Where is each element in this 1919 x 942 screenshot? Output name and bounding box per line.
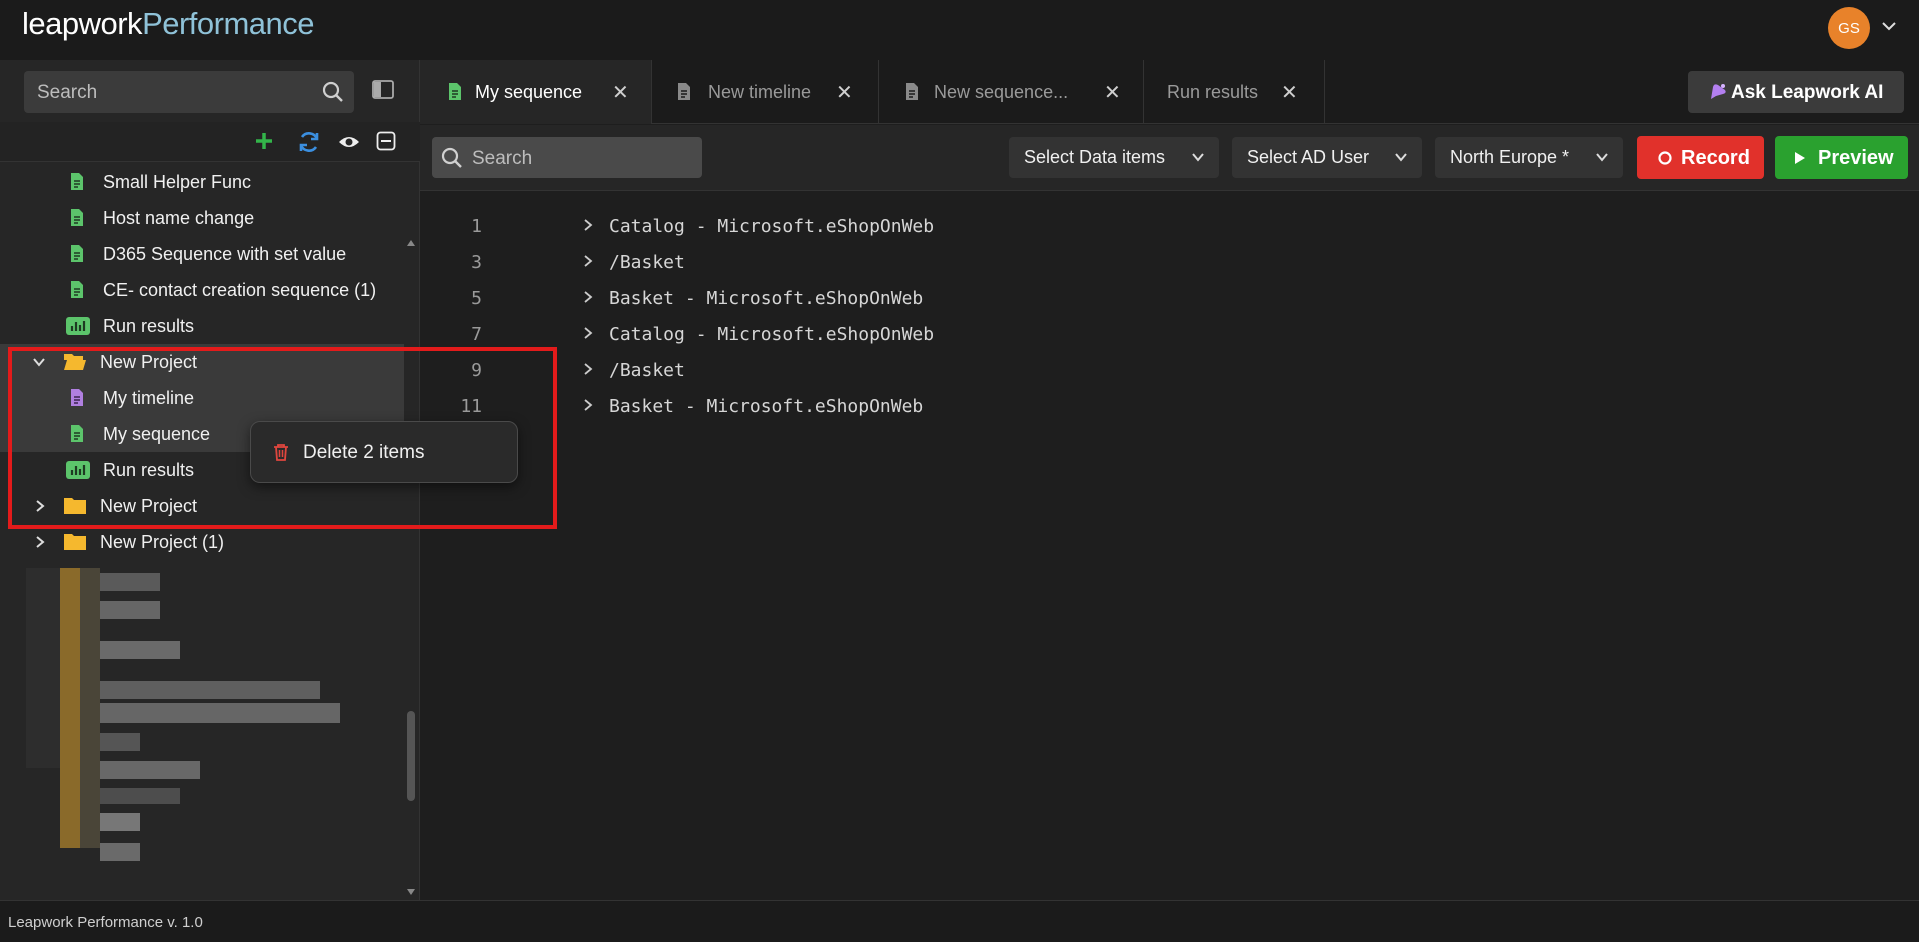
timeline-icon [678, 83, 690, 100]
tab-run-results[interactable]: Run results ✕ [1145, 60, 1325, 124]
chevron-right-icon[interactable] [582, 326, 594, 340]
ai-icon [1711, 84, 1726, 99]
record-button[interactable]: Record [1637, 136, 1764, 179]
chevron-right-icon[interactable] [34, 535, 46, 549]
preview-button[interactable]: Preview [1775, 136, 1908, 179]
project-tree: Small Helper Func Host name change D365 … [0, 163, 404, 899]
editor-toolbar: Search Select Data items Select AD User … [420, 125, 1919, 191]
close-icon[interactable]: ✕ [1281, 80, 1298, 105]
eye-icon[interactable] [338, 133, 360, 151]
play-icon [1795, 152, 1805, 164]
editor-search-input[interactable]: Search [432, 137, 702, 178]
sequence-step[interactable]: 11 Basket - Microsoft.eShopOnWeb [420, 388, 1919, 424]
chevron-right-icon[interactable] [582, 290, 594, 304]
sequence-icon [71, 209, 83, 226]
chevron-down-icon[interactable] [1880, 17, 1898, 35]
sequence-step[interactable]: 9 /Basket [420, 352, 1919, 388]
sequence-icon [449, 83, 461, 100]
select-data-items-dropdown[interactable]: Select Data items [1009, 137, 1219, 178]
tree-item[interactable]: D365 Sequence with set value [0, 236, 404, 272]
trash-icon [274, 444, 288, 461]
chevron-right-icon[interactable] [582, 218, 594, 232]
user-avatar[interactable]: GS [1828, 7, 1870, 49]
folder-icon [64, 534, 86, 550]
chevron-down-icon [1596, 153, 1608, 162]
chevron-right-icon[interactable] [582, 254, 594, 268]
search-icon [441, 147, 462, 168]
close-icon[interactable]: ✕ [836, 80, 853, 105]
sequence-editor: 1 Catalog - Microsoft.eShopOnWeb 3 /Bask… [420, 192, 1919, 900]
delete-items-menu-item[interactable]: Delete 2 items [303, 442, 424, 464]
sequence-step[interactable]: 5 Basket - Microsoft.eShopOnWeb [420, 280, 1919, 316]
tree-item[interactable]: CE- contact creation sequence (1) [0, 272, 404, 308]
results-icon [66, 317, 90, 335]
tab-new-timeline[interactable]: New timeline ✕ [653, 60, 879, 124]
sequence-step[interactable]: 3 /Basket [420, 244, 1919, 280]
chevron-down-icon [1395, 153, 1407, 162]
sequence-icon [71, 245, 83, 262]
step-label: Catalog - Microsoft.eShopOnWeb [609, 216, 935, 237]
ask-ai-button[interactable]: Ask Leapwork AI [1688, 71, 1904, 113]
sequence-icon [906, 83, 918, 100]
tab-my-sequence[interactable]: My sequence ✕ [420, 60, 652, 124]
close-icon[interactable]: ✕ [1104, 80, 1121, 105]
close-icon[interactable]: ✕ [612, 80, 629, 105]
chevron-right-icon[interactable] [582, 398, 594, 412]
version-label: Leapwork Performance v. 1.0 [8, 914, 203, 931]
panel-toggle-icon[interactable] [372, 80, 394, 100]
sequence-step[interactable]: 7 Catalog - Microsoft.eShopOnWeb [420, 316, 1919, 352]
step-label: Basket - Microsoft.eShopOnWeb [609, 288, 924, 309]
region-dropdown[interactable]: North Europe * [1435, 137, 1623, 178]
app-logo: leapworkPerformance [22, 6, 315, 41]
collapse-all-icon[interactable] [376, 131, 396, 151]
tree-folder[interactable]: New Project (1) [0, 524, 404, 560]
step-label: Basket - Microsoft.eShopOnWeb [609, 396, 924, 417]
search-icon [322, 81, 343, 102]
sequence-icon [71, 173, 83, 190]
sequence-step[interactable]: 1 Catalog - Microsoft.eShopOnWeb [420, 208, 1919, 244]
sidebar-scrollbar[interactable] [404, 163, 418, 899]
context-menu: Delete 2 items [250, 421, 518, 483]
refresh-icon[interactable] [297, 130, 321, 154]
tree-item[interactable]: Host name change [0, 200, 404, 236]
add-icon[interactable] [253, 130, 275, 152]
line-number: 3 [471, 252, 482, 273]
chevron-right-icon[interactable] [582, 362, 594, 376]
select-ad-user-dropdown[interactable]: Select AD User [1232, 137, 1422, 178]
status-bar: Leapwork Performance v. 1.0 [0, 900, 1919, 942]
step-label: /Basket [609, 252, 685, 273]
chevron-down-icon [1192, 153, 1204, 162]
line-number: 5 [471, 288, 482, 309]
tree-item[interactable]: Run results [0, 308, 404, 344]
tree-item[interactable]: Small Helper Func [0, 164, 404, 200]
top-bar: leapworkPerformance GS [0, 0, 1919, 60]
tab-new-sequence[interactable]: New sequence... ✕ [880, 60, 1144, 124]
tree-toolbar [0, 122, 420, 162]
sequence-icon [71, 281, 83, 298]
step-label: /Basket [609, 360, 685, 381]
sidebar-search-input[interactable]: Search [24, 71, 354, 113]
step-label: Catalog - Microsoft.eShopOnWeb [609, 324, 935, 345]
line-number: 7 [471, 324, 482, 345]
record-icon [1658, 151, 1672, 165]
line-number: 1 [471, 216, 482, 237]
